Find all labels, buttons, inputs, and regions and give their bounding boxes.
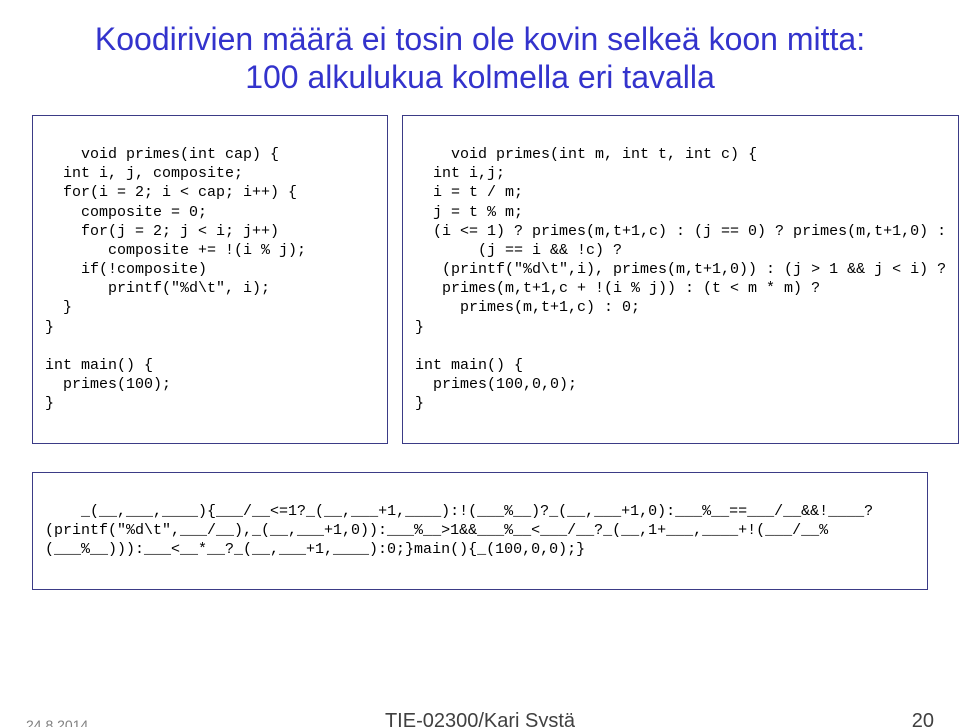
title-line-1: Koodirivien määrä ei tosin ole kovin sel… [95, 21, 865, 57]
code-example-1: void primes(int cap) { int i, j, composi… [32, 115, 388, 444]
code-bottom-wrap: _(__,___,____){___/__<=1?_(__,___+1,____… [0, 444, 960, 590]
code-example-2: void primes(int m, int t, int c) { int i… [402, 115, 959, 444]
footer-page: 20 [912, 710, 934, 727]
code-row: void primes(int cap) { int i, j, composi… [0, 115, 960, 444]
title-line-2: 100 alkulukua kolmella eri tavalla [245, 59, 715, 95]
code-text-2: void primes(int m, int t, int c) { int i… [415, 146, 946, 412]
page-title: Koodirivien määrä ei tosin ole kovin sel… [40, 20, 920, 97]
footer-course: TIE-02300/Kari Systä [0, 710, 960, 727]
code-text-1: void primes(int cap) { int i, j, composi… [45, 146, 306, 412]
code-example-3: _(__,___,____){___/__<=1?_(__,___+1,____… [32, 472, 928, 590]
code-text-3: _(__,___,____){___/__<=1?_(__,___+1,____… [45, 503, 873, 558]
